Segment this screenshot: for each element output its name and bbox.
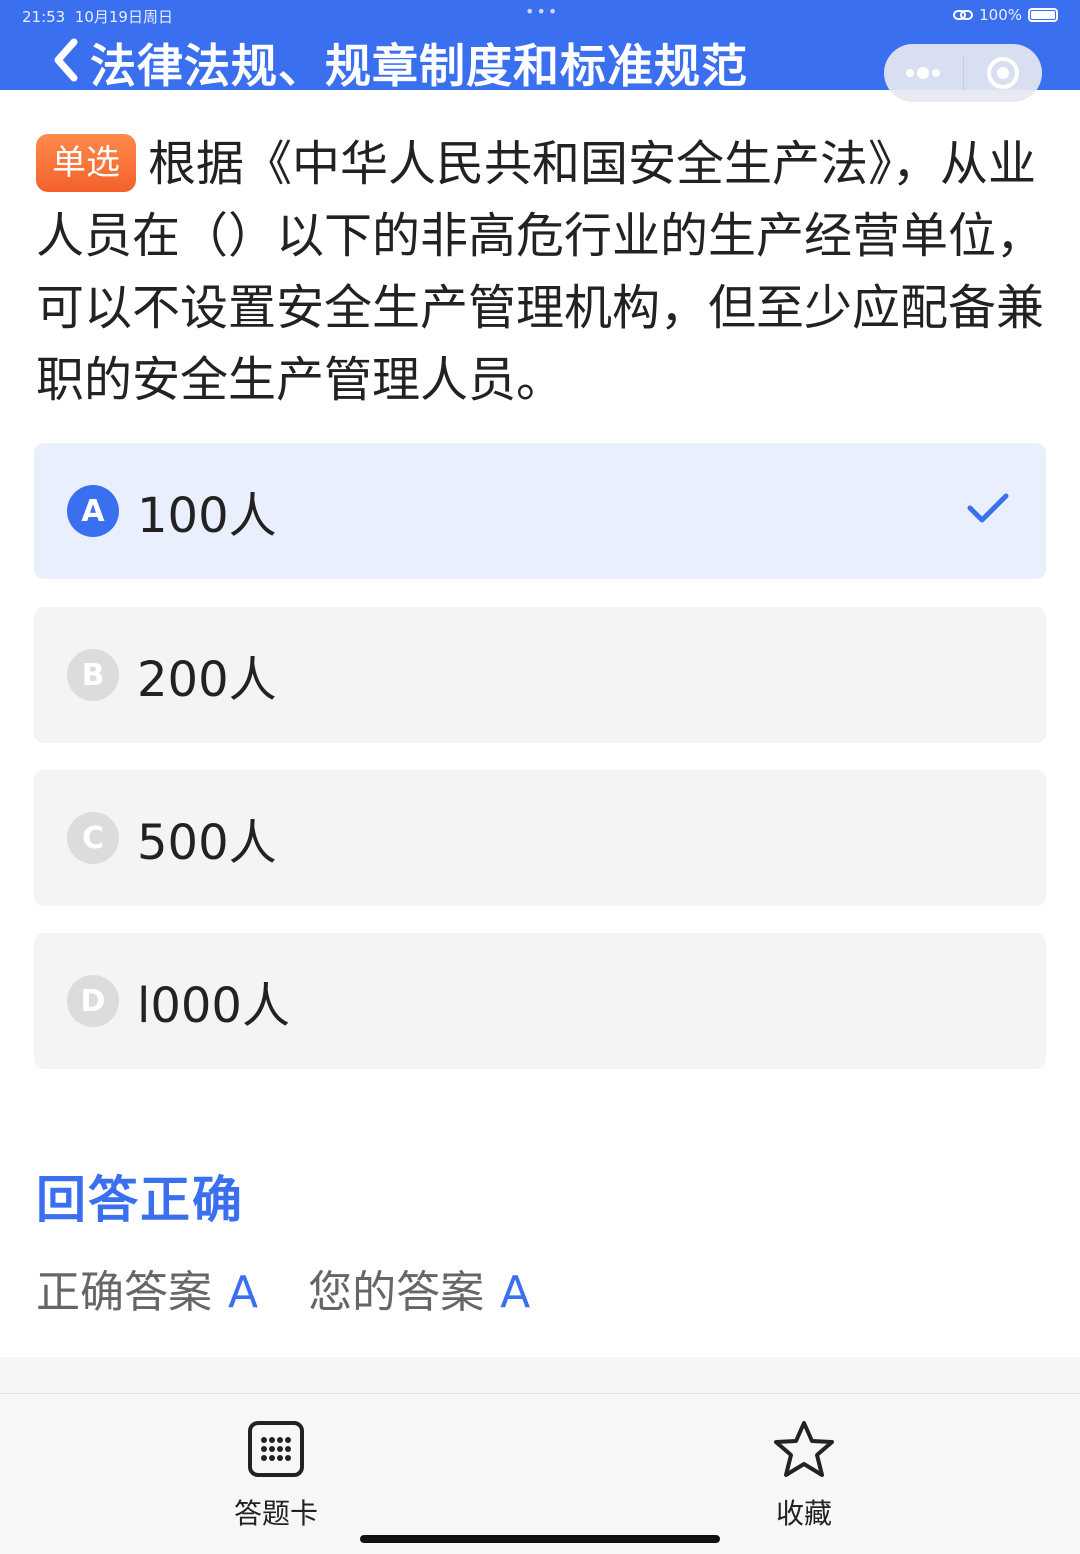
page-title: 法律法规、规章制度和标准规范 (90, 39, 748, 93)
mini-program-capsule (884, 44, 1042, 102)
status-time: 21:53 10月19日周日 (22, 8, 173, 26)
header-bar: 21:53 10月19日周日 ••• 100% 法律法规、规章制度和标准规范 (0, 0, 1080, 102)
battery-icon (1028, 8, 1058, 22)
your-answer-value: A (500, 1267, 531, 1318)
favorite-label: 收藏 (775, 1497, 832, 1530)
home-indicator (360, 1535, 720, 1543)
target-icon (986, 57, 1019, 89)
option-text: 200人 (137, 652, 277, 708)
option-b[interactable]: B 200人 (34, 607, 1046, 743)
check-icon (967, 493, 1009, 523)
question-type-badge: 单选 (36, 134, 136, 192)
option-text: l000人 (137, 978, 290, 1034)
answer-card-label: 答题卡 (233, 1497, 318, 1530)
more-button[interactable] (884, 44, 963, 102)
favorite-button[interactable]: 收藏 (724, 1420, 884, 1532)
option-text: 100人 (137, 488, 277, 544)
status-bar: 21:53 10月19日周日 ••• 100% (0, 2, 1080, 28)
option-letter: B (67, 649, 119, 701)
link-icon (953, 10, 974, 20)
grid-icon (248, 1421, 304, 1477)
option-letter: C (67, 812, 119, 864)
option-c[interactable]: C 500人 (34, 770, 1046, 906)
correct-answer-value: A (228, 1267, 259, 1318)
chevron-left-icon (54, 38, 78, 82)
option-text: 500人 (137, 815, 277, 871)
battery-percent: 100% (979, 6, 1022, 24)
result-title: 回答正确 (36, 1171, 244, 1229)
back-button[interactable] (46, 34, 86, 86)
correct-answer-label: 正确答案 (36, 1267, 212, 1318)
question-text: 根据《中华人民共和国安全生产法》，从业人员在（）以下的非高危行业的生产经营单位，… (36, 136, 1045, 408)
bottom-bar: 答题卡 收藏 (0, 1393, 1080, 1554)
option-d[interactable]: D l000人 (34, 933, 1046, 1069)
answer-summary: 正确答案 A 您的答案 A (36, 1256, 530, 1320)
star-icon (774, 1421, 834, 1477)
your-answer-label: 您的答案 (308, 1267, 485, 1318)
status-right: 100% (953, 6, 1058, 24)
status-dots: ••• (525, 2, 560, 21)
more-icon (906, 67, 941, 79)
option-a[interactable]: A 100人 (34, 443, 1046, 579)
answer-card-button[interactable]: 答题卡 (196, 1420, 356, 1532)
option-letter: D (67, 975, 119, 1027)
question-block: 单选 根据《中华人民共和国安全生产法》，从业人员在（）以下的非高危行业的生产经营单… (36, 128, 1046, 416)
option-letter: A (67, 485, 119, 537)
section-divider (0, 1357, 1080, 1393)
close-button[interactable] (964, 44, 1043, 102)
